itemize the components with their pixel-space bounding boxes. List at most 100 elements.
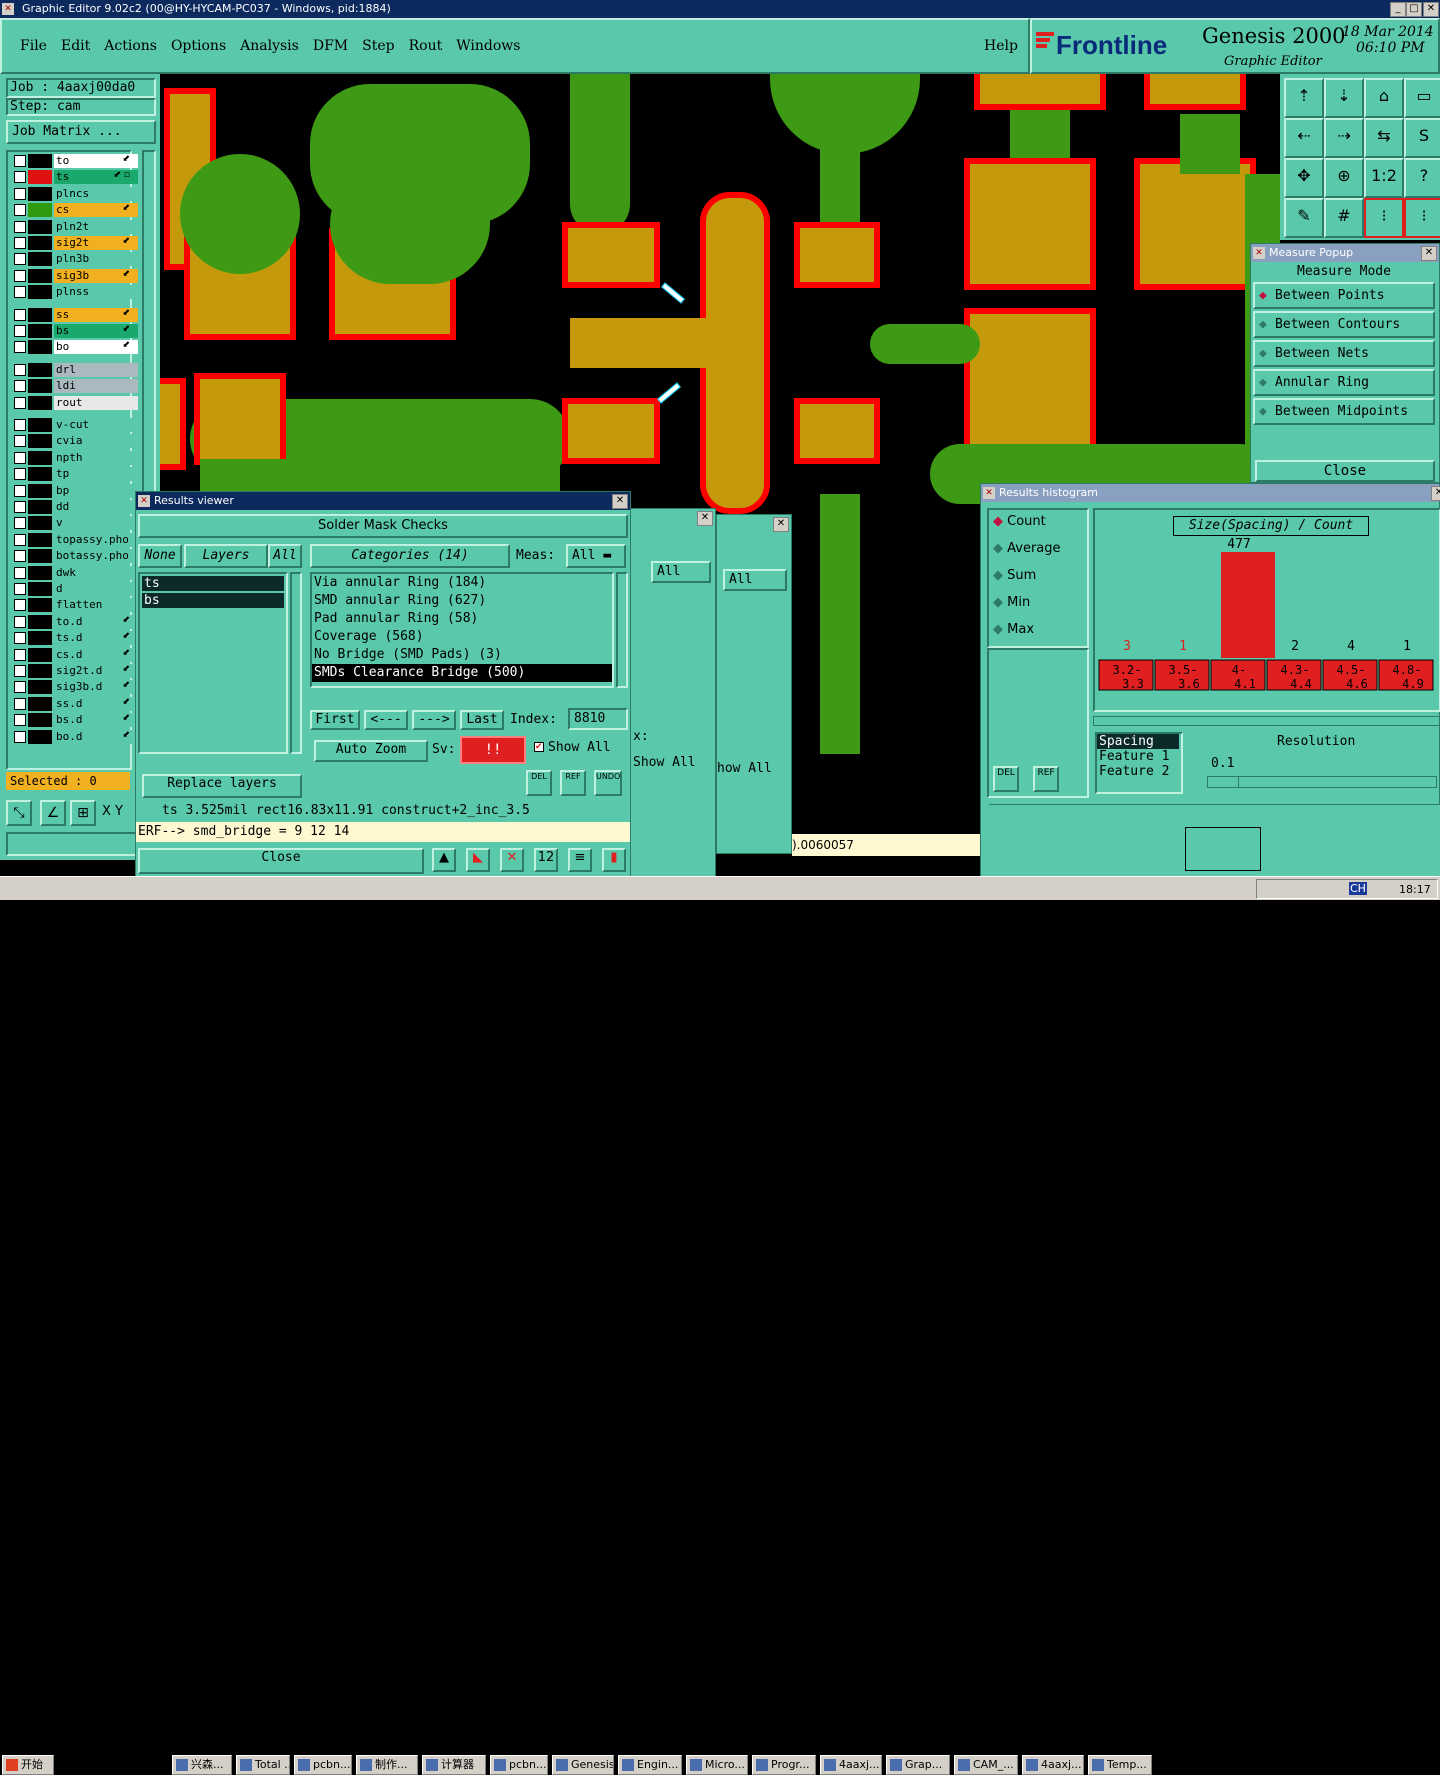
layer-color-swatch[interactable] (28, 252, 52, 267)
taskbar-item[interactable]: Genesis (552, 1755, 614, 1775)
behind-close-icon[interactable]: ✕ (697, 511, 713, 526)
layer-checkbox[interactable] (14, 308, 26, 321)
layer-row-ts[interactable]: ts ⬋ ▫ (10, 170, 138, 185)
layer-color-swatch[interactable] (28, 614, 52, 629)
layer-checkbox[interactable] (14, 155, 26, 167)
layer-row-to[interactable]: to ⬋ (10, 154, 138, 168)
feature-list-item[interactable]: Spacing (1097, 734, 1179, 749)
hist-mode-min[interactable]: ◆ Min (993, 595, 1030, 610)
hist-del-button[interactable]: DEL (993, 766, 1019, 792)
taskbar-item[interactable]: Engin... (618, 1755, 682, 1775)
layer-checkbox[interactable] (14, 451, 26, 464)
behind-close-icon-2[interactable]: ✕ (773, 517, 789, 532)
layer-row-bo[interactable]: bo ⬋ (10, 340, 138, 355)
menu-rout[interactable]: Rout (409, 38, 443, 54)
layer-color-swatch[interactable] (28, 565, 52, 580)
layer-row-ldi[interactable]: ldi (10, 379, 138, 394)
measure-tool-icon[interactable]: ✎ (1284, 198, 1324, 238)
layer-row-dwk[interactable]: dwk (10, 565, 138, 580)
layer-color-swatch[interactable] (28, 236, 52, 250)
layer-checkbox[interactable] (14, 533, 26, 546)
menu-edit[interactable]: Edit (61, 38, 90, 54)
layer-checkbox[interactable] (14, 681, 26, 694)
center-icon[interactable]: ⊕ (1324, 158, 1364, 198)
category-item[interactable]: SMD annular Ring (627) (312, 592, 612, 610)
behind-meas-select[interactable]: All (651, 561, 711, 583)
measure-option-0[interactable]: ◆ Between Points (1253, 282, 1435, 309)
layer-row-to.d[interactable]: to.d ⬋ (10, 614, 138, 629)
feature-list[interactable]: Spacing Feature 1 Feature 2 (1095, 732, 1183, 794)
del-button[interactable]: DEL (526, 770, 552, 796)
pan-left-icon[interactable]: ⇠ (1284, 118, 1324, 158)
taskbar-item[interactable]: Temp... (1088, 1755, 1152, 1775)
taskbar-item[interactable]: 4aaxj... (820, 1755, 882, 1775)
layer-results-scrollbar[interactable] (290, 572, 302, 754)
pan-right-icon[interactable]: ⇢ (1324, 118, 1364, 158)
measure-option-3[interactable]: ◆ Annular Ring (1253, 369, 1435, 396)
layer-row-d[interactable]: d (10, 582, 138, 596)
layer-color-swatch[interactable] (28, 307, 52, 322)
feature-list-item[interactable]: Feature 2 (1097, 764, 1181, 779)
taskbar-item[interactable]: Grap... (886, 1755, 950, 1775)
behind-show-all-2[interactable]: how All (717, 761, 772, 776)
maximize-button[interactable]: □ (1406, 2, 1422, 17)
taskbar-item[interactable]: pcbn... (294, 1755, 352, 1775)
scale-icon[interactable]: 1:2 (1364, 158, 1404, 198)
menu-analysis[interactable]: Analysis (240, 38, 299, 54)
taskbar-item[interactable]: Total ... (236, 1755, 290, 1775)
layer-color-swatch[interactable] (28, 696, 52, 711)
layer-row-drl[interactable]: drl (10, 362, 138, 377)
layer-color-swatch[interactable] (28, 219, 52, 234)
ref-button[interactable]: REF (560, 770, 586, 796)
help-menu[interactable]: Help (984, 38, 1018, 54)
select-tool-icon[interactable]: ⤡ (6, 800, 32, 826)
layer-list[interactable]: to ⬋ ts ⬋ ▫ plncs cs ⬋ pln2t sig2t ⬋ pln3b sig3b ⬋ pl… (6, 150, 138, 770)
grid-tool-icon[interactable]: ⊞ (70, 800, 96, 826)
layer-checkbox[interactable] (14, 697, 26, 710)
layer-checkbox[interactable] (14, 269, 26, 282)
layer-checkbox[interactable] (14, 583, 26, 595)
layer-color-swatch[interactable] (28, 500, 52, 514)
category-list[interactable]: Via annular Ring (184) SMD annular Ring (… (310, 572, 614, 688)
layer-checkbox[interactable] (14, 517, 26, 530)
none-button[interactable]: None (138, 544, 182, 568)
layer-row-ss[interactable]: ss ⬋ (10, 307, 138, 322)
layer-result-item[interactable]: ts (142, 576, 284, 591)
measure-option-4[interactable]: ◆ Between Midpoints (1253, 398, 1435, 425)
start-button[interactable]: 开始 (2, 1755, 54, 1775)
zoom-down-icon[interactable]: ⇣ (1324, 78, 1364, 118)
highlight-icon[interactable]: ▲ (432, 848, 456, 872)
menu-options[interactable]: Options (171, 38, 226, 54)
taskbar-item[interactable]: pcbn... (490, 1755, 548, 1775)
grid-icon[interactable]: # (1324, 198, 1364, 238)
layer-color-swatch[interactable] (28, 631, 52, 646)
layer-checkbox[interactable] (14, 341, 26, 354)
home-icon[interactable]: ⌂ (1364, 78, 1404, 118)
layer-checkbox[interactable] (14, 566, 26, 579)
report-icon[interactable]: ≡ (568, 848, 592, 872)
job-matrix-button[interactable]: Job Matrix ... (6, 120, 156, 144)
layer-checkbox[interactable] (14, 648, 26, 661)
layer-row-pln3b[interactable]: pln3b (10, 252, 138, 267)
behind-show-all[interactable]: Show All (633, 755, 696, 770)
taskbar-item[interactable]: 兴森... (172, 1755, 232, 1775)
layer-row-topassy.pho[interactable]: topassy.pho (10, 532, 138, 547)
net-compare-icon[interactable]: ⁝ (1404, 198, 1440, 238)
layer-color-swatch[interactable] (28, 450, 52, 465)
close-button[interactable]: ✕ (1423, 2, 1439, 17)
layer-row-bo.d[interactable]: bo.d ⬋ (10, 729, 138, 744)
hist-mode-max[interactable]: ◆ Max (993, 622, 1034, 637)
layer-row-sig2t[interactable]: sig2t ⬋ (10, 236, 138, 250)
categories-button[interactable]: Categories (14) (310, 544, 510, 568)
hist-ref-button[interactable]: REF (1033, 766, 1059, 792)
category-item[interactable]: No Bridge (SMD Pads) (3) (312, 646, 612, 664)
layer-checkbox[interactable] (14, 220, 26, 233)
layer-color-swatch[interactable] (28, 285, 52, 300)
measure-tool-icon[interactable]: ∠ (40, 800, 66, 826)
auto-zoom-button[interactable]: Auto Zoom (314, 740, 428, 762)
minimize-button[interactable]: _ (1390, 2, 1406, 17)
layer-color-swatch[interactable] (28, 434, 52, 449)
layer-row-tp[interactable]: tp (10, 467, 138, 482)
layer-row-ss.d[interactable]: ss.d ⬋ (10, 696, 138, 711)
hist-mode-average[interactable]: ◆ Average (993, 541, 1061, 556)
